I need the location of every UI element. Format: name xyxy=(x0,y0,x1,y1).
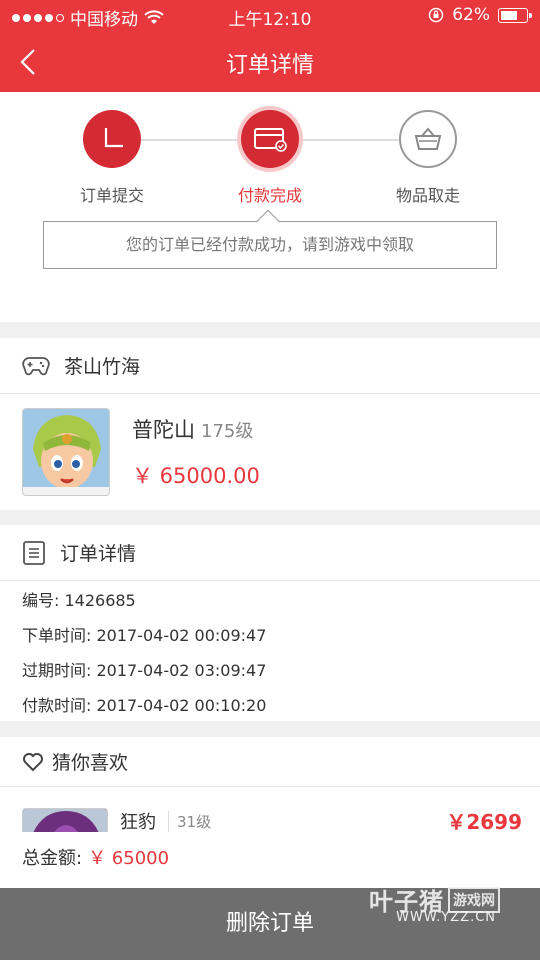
battery-percent: 62% xyxy=(452,5,490,25)
order-number: 编号: 1426685 xyxy=(22,591,136,610)
watermark-logo-box: 游戏网 xyxy=(448,886,500,913)
order-details-header: 订单详情 xyxy=(0,525,540,581)
step-label: 订单提交 xyxy=(79,186,144,205)
step-order-submitted: 订单提交 xyxy=(42,110,182,206)
heart-icon xyxy=(23,752,43,771)
order-paid-time: 付款时间: 2017-04-02 00:10:20 xyxy=(22,696,267,715)
total-label: 总金额: xyxy=(22,848,83,869)
product-avatar xyxy=(22,408,110,496)
order-progress: 订单提交 付款完成 物品取走 您的订单已经付款成功，请到游戏中领取 xyxy=(0,92,540,322)
step-label: 付款完成 xyxy=(237,186,302,205)
clock-icon xyxy=(83,110,141,168)
total-bar: 总金额: ￥ 65000 xyxy=(0,832,540,888)
recommend-item[interactable]: 狂豹 31级 ￥2699 xyxy=(22,808,522,834)
recommend-item-price: ￥2699 xyxy=(446,810,522,834)
step-payment-complete: 付款完成 xyxy=(200,110,340,206)
recommend-item-name: 狂豹 xyxy=(120,812,156,833)
recommend-title: 猜你喜欢 xyxy=(52,752,129,774)
document-icon xyxy=(23,540,45,565)
watermark-url: WWW.YZZ.CN xyxy=(396,910,496,925)
order-details-title: 订单详情 xyxy=(60,543,137,565)
product-title: 普陀山 175级 xyxy=(132,414,260,444)
order-details-card: 订单详情 编号: 1426685 下单时间: 2017-04-02 00:09:… xyxy=(0,525,540,721)
nav-bar: 订单详情 xyxy=(0,30,540,92)
card-check-icon xyxy=(241,110,299,168)
total-amount: ￥ 65000 xyxy=(88,848,170,869)
basket-icon xyxy=(399,110,457,168)
server-header: 茶山竹海 xyxy=(0,338,540,394)
product-price: ￥ 65000.00 xyxy=(132,464,260,488)
order-expire-time: 过期时间: 2017-04-02 03:09:47 xyxy=(22,661,267,680)
rotation-lock-icon xyxy=(428,7,444,23)
product-name: 普陀山 xyxy=(132,418,195,442)
step-label: 物品取走 xyxy=(395,186,460,205)
order-created-time: 下单时间: 2017-04-02 00:09:47 xyxy=(22,626,267,645)
gamepad-icon xyxy=(22,356,50,375)
status-bar: 中国移动 上午12:10 62% xyxy=(0,0,540,30)
product-item[interactable]: 普陀山 175级 ￥ 65000.00 xyxy=(0,394,540,510)
battery-icon xyxy=(498,7,532,23)
server-name: 茶山竹海 xyxy=(64,356,141,378)
product-card: 茶山竹海 普陀山 175级 ￥ 65000.00 xyxy=(0,338,540,510)
step-item-taken: 物品取走 xyxy=(358,110,498,206)
recommend-header: 猜你喜欢 xyxy=(0,737,540,787)
page-title: 订单详情 xyxy=(225,53,314,78)
recommend-item-thumbnail xyxy=(22,808,108,832)
product-level: 175级 xyxy=(201,421,254,442)
recommend-item-level: 31级 xyxy=(168,811,211,832)
